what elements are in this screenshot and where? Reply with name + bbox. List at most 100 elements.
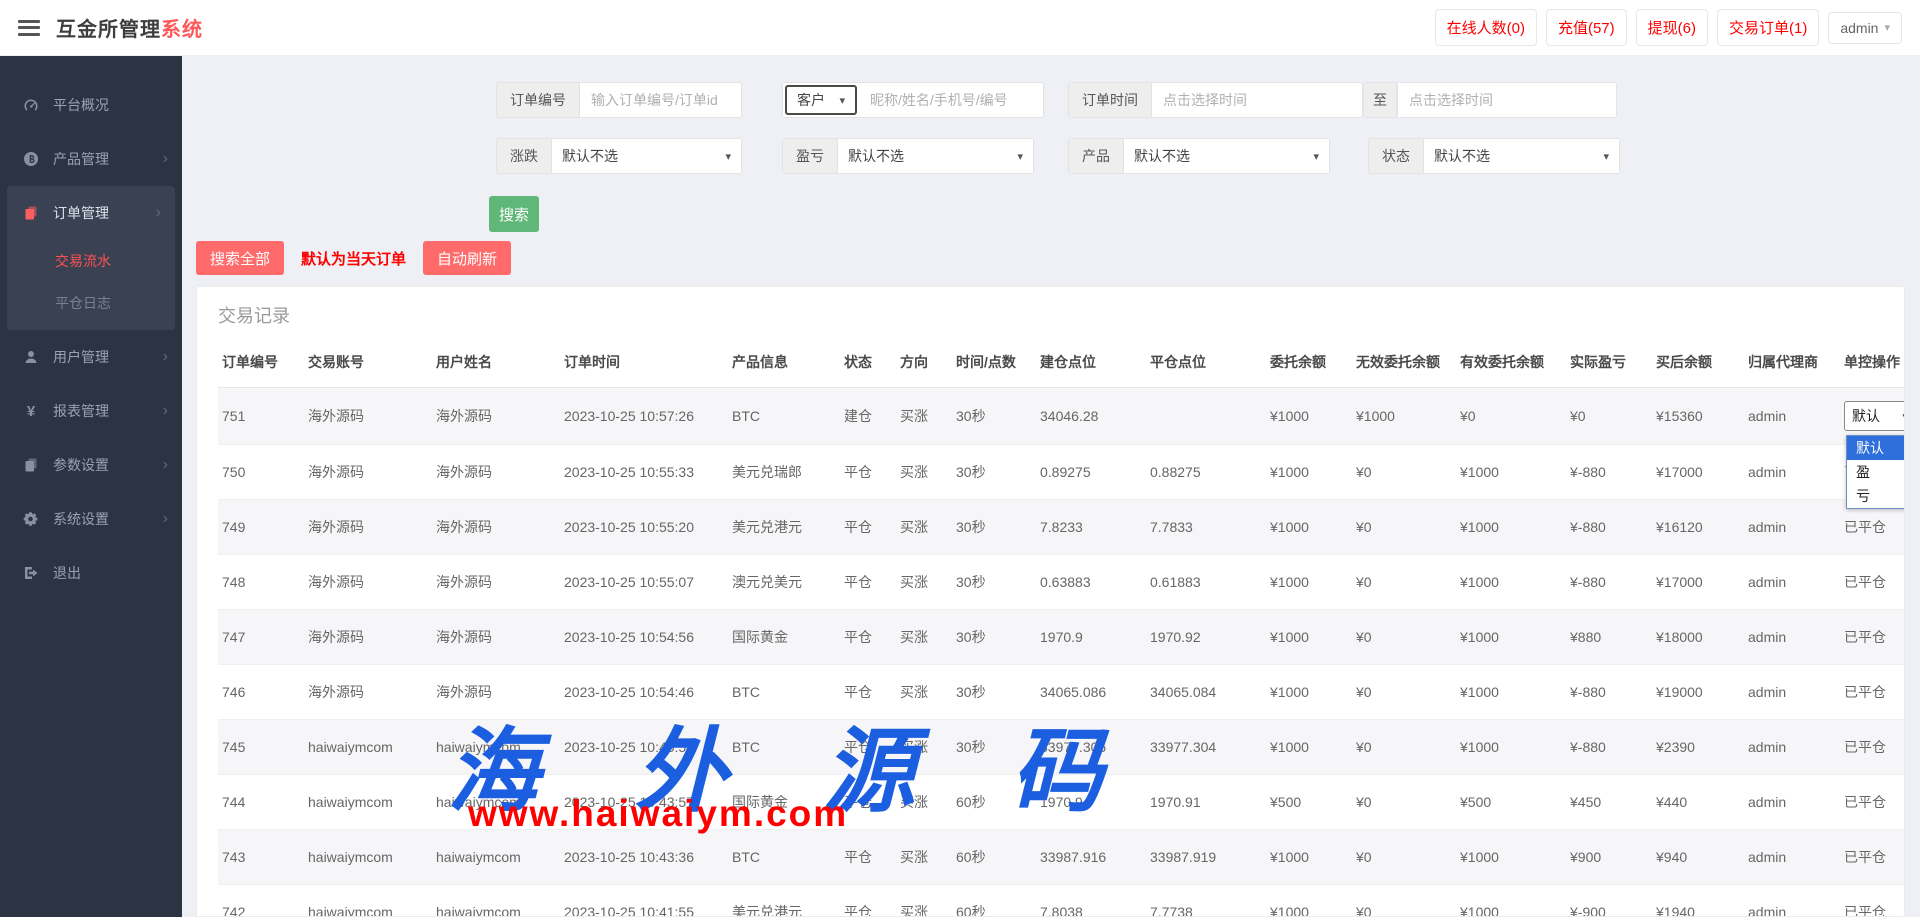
cell-status: 平仓 xyxy=(840,720,896,775)
cell-product: BTC xyxy=(728,720,840,775)
filter-product: 产品 默认不选▾ xyxy=(1068,138,1330,174)
cell-entrust: ¥1000 xyxy=(1266,388,1352,445)
sidebar-item-params[interactable]: 参数设置› xyxy=(0,438,182,492)
cell-after: ¥1940 xyxy=(1652,885,1744,917)
control-select-options: 默认盈亏 xyxy=(1846,435,1905,509)
stat-online[interactable]: 在线人数(0) xyxy=(1435,9,1537,46)
sidebar-item-label: 参数设置 xyxy=(53,455,109,475)
cell-name: 海外源码 xyxy=(432,610,560,665)
sidebar-item-users[interactable]: 用户管理› xyxy=(0,330,182,384)
cell-entrust: ¥1000 xyxy=(1266,885,1352,917)
stat-recharge[interactable]: 充值(57) xyxy=(1546,9,1627,46)
cell-account: 海外源码 xyxy=(304,445,432,500)
app-title: 互金所管理系统 xyxy=(56,13,203,42)
profit-select[interactable]: 默认不选▾ xyxy=(838,139,1033,173)
customer-type-select[interactable]: 客户▾ xyxy=(785,85,857,115)
table-row: 743haiwaiymcomhaiwaiymcom2023-10-25 10:4… xyxy=(218,830,1905,885)
cell-valid: ¥0 xyxy=(1456,388,1566,445)
sidebar-item-logout[interactable]: 退出 xyxy=(0,546,182,600)
column-header-product: 产品信息 xyxy=(728,337,840,388)
customer-input[interactable] xyxy=(859,83,1039,117)
stat-withdraw[interactable]: 提现(6) xyxy=(1636,9,1708,46)
topbar-stats: 在线人数(0)充值(57)提现(6)交易订单(1) admin▾ xyxy=(1435,9,1902,46)
sidebar-item-products[interactable]: 产品管理› xyxy=(0,132,182,186)
column-header-close: 平仓点位 xyxy=(1146,337,1266,388)
cell-duration: 30秒 xyxy=(952,445,1036,500)
column-header-time: 订单时间 xyxy=(560,337,728,388)
sidebar-item-trade-flow[interactable]: 交易流水 xyxy=(7,240,175,282)
cell-valid: ¥1000 xyxy=(1456,555,1566,610)
chevron-down-icon: ▾ xyxy=(839,94,845,107)
cell-direction: 买涨 xyxy=(896,388,952,445)
cell-direction: 买涨 xyxy=(896,555,952,610)
cell-invalid: ¥1000 xyxy=(1352,388,1456,445)
sidebar-item-dashboard[interactable]: 平台概况 xyxy=(0,78,182,132)
table-row: 751海外源码海外源码2023-10-25 10:57:26BTC建仓买涨30秒… xyxy=(218,388,1905,445)
cell-profit: ¥880 xyxy=(1566,610,1652,665)
table-row: 748海外源码海外源码2023-10-25 10:55:07澳元兑美元平仓买涨3… xyxy=(218,555,1905,610)
cell-account: haiwaiymcom xyxy=(304,885,432,917)
chevron-down-icon: ▾ xyxy=(725,150,731,163)
filter-customer: 客户▾ xyxy=(782,82,1044,118)
column-header-name: 用户姓名 xyxy=(432,337,560,388)
chevron-right-icon: › xyxy=(163,349,168,365)
status-label: 状态 xyxy=(1369,139,1424,173)
cell-agent: admin xyxy=(1744,610,1840,665)
control-option[interactable]: 亏 xyxy=(1847,484,1905,508)
cell-id: 749 xyxy=(218,500,304,555)
cell-duration: 30秒 xyxy=(952,720,1036,775)
cell-valid: ¥1000 xyxy=(1456,885,1566,917)
sidebar-item-label: 退出 xyxy=(53,563,81,583)
cell-status: 平仓 xyxy=(840,555,896,610)
cell-valid: ¥1000 xyxy=(1456,720,1566,775)
cell-direction: 买涨 xyxy=(896,610,952,665)
control-option[interactable]: 盈 xyxy=(1847,460,1905,484)
status-select[interactable]: 默认不选▾ xyxy=(1424,139,1619,173)
updown-select[interactable]: 默认不选▾ xyxy=(552,139,741,173)
sidebar-item-system[interactable]: 系统设置› xyxy=(0,492,182,546)
cell-entrust: ¥1000 xyxy=(1266,830,1352,885)
auto-refresh-button[interactable]: 自动刷新 xyxy=(423,241,511,275)
sidebar-item-reports[interactable]: ¥报表管理› xyxy=(0,384,182,438)
cell-product: BTC xyxy=(728,665,840,720)
search-button[interactable]: 搜索 xyxy=(489,196,539,232)
order-time-from-input[interactable] xyxy=(1152,83,1352,117)
cell-name: haiwaiymcom xyxy=(432,775,560,830)
sidebar-item-close-log[interactable]: 平仓日志 xyxy=(7,282,175,324)
search-all-button[interactable]: 搜索全部 xyxy=(196,241,284,275)
filter-order-time-from: 订单时间 xyxy=(1068,82,1363,118)
cell-agent: admin xyxy=(1744,445,1840,500)
cell-entrust: ¥1000 xyxy=(1266,555,1352,610)
control-option[interactable]: 默认 xyxy=(1847,436,1905,460)
cell-entrust: ¥500 xyxy=(1266,775,1352,830)
cell-product: 国际黄金 xyxy=(728,775,840,830)
cell-product: BTC xyxy=(728,388,840,445)
cell-control: 已平仓 xyxy=(1840,610,1905,665)
control-select[interactable]: 默认▾ xyxy=(1844,401,1905,431)
cell-direction: 买涨 xyxy=(896,830,952,885)
cell-valid: ¥1000 xyxy=(1456,830,1566,885)
stat-trade-orders[interactable]: 交易订单(1) xyxy=(1717,9,1819,46)
menu-toggle-icon[interactable] xyxy=(18,20,40,36)
chevron-right-icon: › xyxy=(156,205,161,221)
product-select[interactable]: 默认不选▾ xyxy=(1124,139,1329,173)
user-menu[interactable]: admin▾ xyxy=(1828,12,1902,44)
order-no-input[interactable] xyxy=(580,83,736,117)
cell-duration: 30秒 xyxy=(952,500,1036,555)
cell-valid: ¥1000 xyxy=(1456,445,1566,500)
order-time-to-input[interactable] xyxy=(1398,83,1614,117)
order-no-label: 订单编号 xyxy=(497,83,580,117)
sidebar-item-label: 系统设置 xyxy=(53,509,109,529)
cell-time: 2023-10-25 10:43:57 xyxy=(560,775,728,830)
cell-product: 国际黄金 xyxy=(728,610,840,665)
cell-control: 已平仓 xyxy=(1840,555,1905,610)
cell-time: 2023-10-25 10:43:36 xyxy=(560,830,728,885)
sidebar-item-orders[interactable]: 订单管理› xyxy=(7,186,175,240)
cell-control: 已平仓 xyxy=(1840,665,1905,720)
cell-entrust: ¥1000 xyxy=(1266,665,1352,720)
sidebar-group-orders: 订单管理›交易流水平仓日志 xyxy=(7,186,175,330)
cell-name: 海外源码 xyxy=(432,500,560,555)
cell-agent: admin xyxy=(1744,885,1840,917)
order-time-to-label: 至 xyxy=(1363,82,1397,118)
cell-duration: 60秒 xyxy=(952,775,1036,830)
